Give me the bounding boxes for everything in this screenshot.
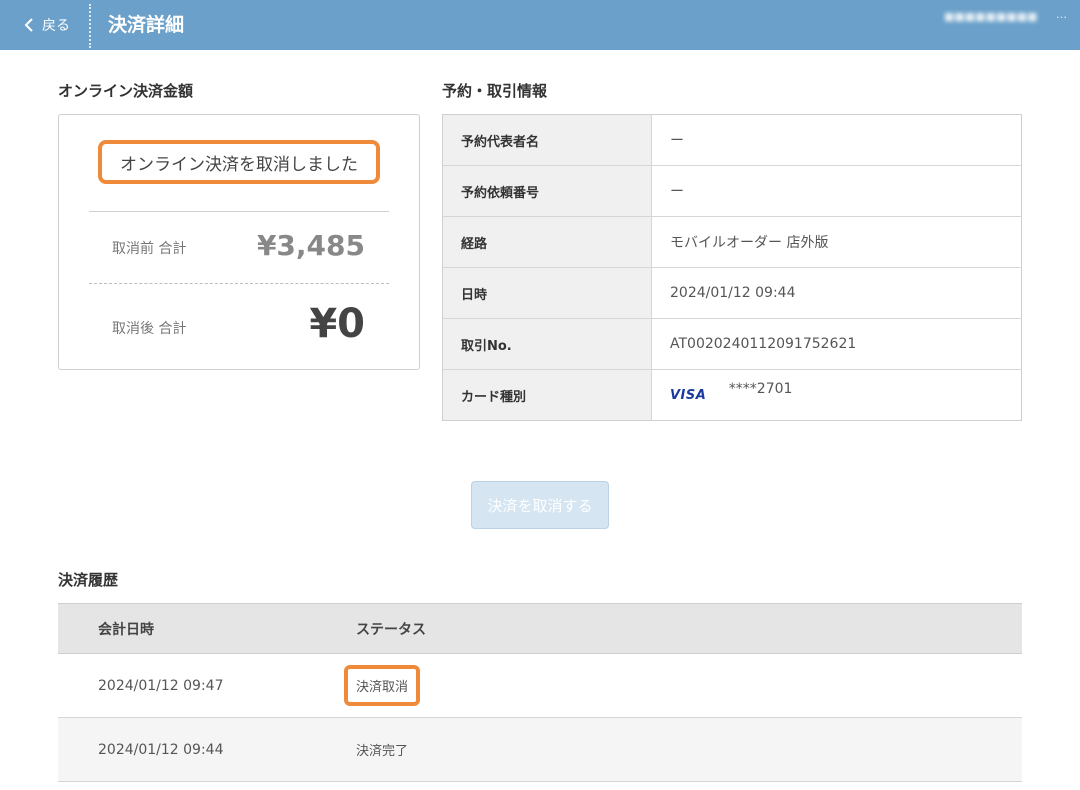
info-label: 取引No. xyxy=(442,318,652,370)
info-label: カード種別 xyxy=(442,369,652,421)
status-badge: 決済取消 xyxy=(344,665,421,706)
history-datetime: 2024/01/12 09:47 xyxy=(58,653,356,718)
info-row: 予約代表者名 ー xyxy=(442,114,1022,166)
info-value: ー xyxy=(651,114,1022,166)
before-total-label: 取消前 合計 xyxy=(112,241,187,257)
info-row: カード種別 VISA ****2701 xyxy=(442,369,1022,421)
before-total-value: ¥3,485 xyxy=(256,229,365,262)
online-amount-title: オンライン決済金額 xyxy=(58,82,194,100)
visa-logo-icon: VISA xyxy=(670,388,707,403)
info-label: 日時 xyxy=(442,267,652,319)
app-header: 戻る 決済詳細 ■■■■■■■■■ … xyxy=(0,0,1080,50)
info-row: 予約依頼番号 ー xyxy=(442,165,1022,217)
table-header-row: 会計日時 ステータス xyxy=(58,603,1022,654)
chevron-left-icon xyxy=(24,18,33,32)
info-row: 経路 モバイルオーダー 店外版 xyxy=(442,216,1022,268)
table-row: 2024/01/12 09:44 決済完了 xyxy=(58,717,1022,782)
info-value: AT0020240112091752621 xyxy=(651,318,1022,370)
info-row: 取引No. AT0020240112091752621 xyxy=(442,318,1022,370)
reservation-info-table: 予約代表者名 ー 予約依頼番号 ー 経路 モバイルオーダー 店外版 日時 202… xyxy=(442,114,1022,421)
info-value: モバイルオーダー 店外版 xyxy=(651,216,1022,268)
back-button[interactable]: 戻る xyxy=(24,0,70,50)
after-total-value: ¥0 xyxy=(309,301,365,347)
column-header-status: ステータス xyxy=(356,603,1022,654)
page-title: 決済詳細 xyxy=(108,14,185,36)
reservation-info-title: 予約・取引情報 xyxy=(442,82,548,100)
info-value: 2024/01/12 09:44 xyxy=(651,267,1022,319)
dashed-divider xyxy=(89,283,389,284)
cancel-notice: オンライン決済を取消しました xyxy=(98,140,380,184)
status-text: 決済完了 xyxy=(356,744,409,759)
header-divider xyxy=(89,4,91,48)
history-status-cell: 決済完了 xyxy=(356,717,1022,782)
payment-history-title: 決済履歴 xyxy=(58,571,119,589)
info-value: ー xyxy=(651,165,1022,217)
column-header-datetime: 会計日時 xyxy=(58,603,356,654)
cancel-payment-button[interactable]: 決済を取消する xyxy=(471,481,609,529)
info-row: 日時 2024/01/12 09:44 xyxy=(442,267,1022,319)
divider xyxy=(89,211,389,212)
amount-card: オンライン決済を取消しました 取消前 合計 ¥3,485 取消後 合計 ¥0 xyxy=(58,114,420,370)
history-status-cell: 決済取消 xyxy=(344,653,1022,718)
info-label: 経路 xyxy=(442,216,652,268)
back-label: 戻る xyxy=(42,18,70,34)
more-icon[interactable]: … xyxy=(1056,8,1067,21)
info-label: 予約代表者名 xyxy=(442,114,652,166)
account-name: ■■■■■■■■■ xyxy=(944,10,1038,23)
info-label: 予約依頼番号 xyxy=(442,165,652,217)
card-info: VISA ****2701 xyxy=(652,370,1022,421)
history-datetime: 2024/01/12 09:44 xyxy=(58,717,356,782)
card-number: ****2701 xyxy=(728,381,793,397)
table-row: 2024/01/12 09:47 決済取消 xyxy=(58,653,1022,718)
payment-history-table: 会計日時 ステータス 2024/01/12 09:47 決済取消 2024/01… xyxy=(58,603,1022,782)
after-total-label: 取消後 合計 xyxy=(112,321,187,337)
